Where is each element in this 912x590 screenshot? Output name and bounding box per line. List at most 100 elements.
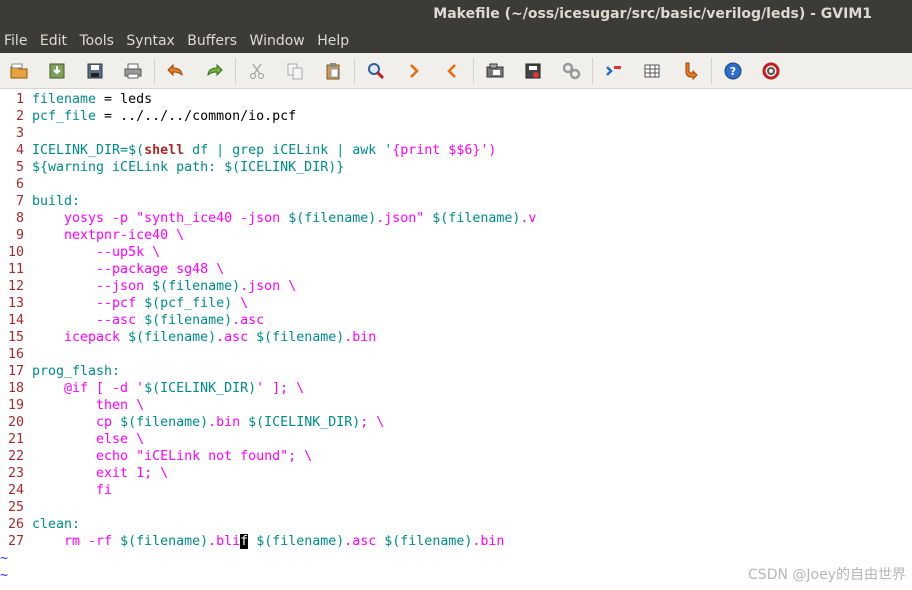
toolbar-separator — [354, 57, 355, 84]
code-line: 27 rm -rf $(filename).blif $(filename).a… — [0, 533, 912, 550]
paste-icon[interactable] — [318, 56, 348, 86]
editor-text-area[interactable]: 1 filename = leds 2 pcf_file = ../../../co… — [0, 89, 912, 590]
code-token: df | grep iCELink | awk ' — [184, 143, 393, 158]
code-token: = leds — [96, 92, 153, 107]
code-token: $(ICELINK_DIR) — [144, 381, 257, 396]
code-line: 3 — [0, 125, 912, 142]
code-line: 11 --package sg48 \ — [0, 261, 912, 278]
line-number: 14 — [7, 313, 24, 328]
code-line: 26 clean: — [0, 516, 912, 533]
load-session-icon[interactable] — [480, 56, 510, 86]
code-token: build: — [32, 194, 81, 209]
save-down-icon[interactable] — [42, 56, 72, 86]
toolbar: ? — [0, 53, 912, 89]
menu-window[interactable]: Window — [250, 29, 309, 53]
code-line: 22 echo "iCELink not found"; \ — [0, 448, 912, 465]
code-line: 16 — [0, 346, 912, 363]
line-number: 4 — [15, 143, 24, 158]
save-icon[interactable] — [80, 56, 110, 86]
code-line: 19 then \ — [0, 397, 912, 414]
toolbar-separator — [154, 57, 155, 84]
help-icon[interactable]: ? — [718, 56, 748, 86]
menu-syntax[interactable]: Syntax — [126, 29, 178, 53]
redo-icon[interactable] — [199, 56, 229, 86]
line-number: 13 — [7, 296, 24, 311]
build-tags-icon[interactable] — [637, 56, 667, 86]
menu-file[interactable]: File — [4, 29, 31, 53]
code-token: else \ — [32, 432, 145, 447]
toolbar-separator — [473, 57, 474, 84]
line-number: 8 — [15, 211, 24, 226]
menu-tools[interactable]: Tools — [79, 29, 118, 53]
run-script-icon[interactable] — [556, 56, 586, 86]
code-line: 23 exit 1; \ — [0, 465, 912, 482]
find-next-icon[interactable] — [399, 56, 429, 86]
code-token: $(filename) — [384, 534, 473, 549]
line-number: 9 — [15, 228, 24, 243]
code-token: filename — [32, 92, 97, 107]
menu-buffers[interactable]: Buffers — [187, 29, 241, 53]
find-prev-icon[interactable] — [437, 56, 467, 86]
code-token: $(filename) — [432, 211, 521, 226]
code-token: $(filename) — [120, 534, 209, 549]
code-line: 4 ICELINK_DIR=$(shell df | grep iCELink |… — [0, 142, 912, 159]
undo-icon[interactable] — [161, 56, 191, 86]
window-title: Makefile (~/oss/icesugar/src/basic/veril… — [433, 6, 872, 22]
menu-edit[interactable]: Edit — [40, 29, 71, 53]
code-token: @if [ -d ' — [32, 381, 145, 396]
toolbar-separator — [592, 57, 593, 84]
code-token: icepack — [32, 330, 129, 345]
code-token: ; \ — [360, 415, 385, 430]
code-token: exit 1; \ — [32, 466, 169, 481]
open-icon[interactable] — [4, 56, 34, 86]
code-line: 18 @if [ -d '$(ICELINK_DIR)' ]; \ — [0, 380, 912, 397]
code-token: $(filename) — [152, 279, 241, 294]
copy-icon[interactable] — [280, 56, 310, 86]
code-token: .bin — [472, 534, 505, 549]
code-line: 21 else \ — [0, 431, 912, 448]
text-cursor: f — [240, 534, 249, 549]
code-line: 24 fi — [0, 482, 912, 499]
jump-tag-icon[interactable] — [675, 56, 705, 86]
line-number: 6 — [15, 177, 24, 192]
line-number: 1 — [15, 92, 24, 107]
code-token: --up5k \ — [32, 245, 161, 260]
code-token: $(filename) — [256, 330, 345, 345]
code-line: 8 yosys -p "synth_ice40 -json $(filename… — [0, 210, 912, 227]
find-help-icon[interactable] — [756, 56, 786, 86]
cut-icon[interactable] — [242, 56, 272, 86]
code-token: --asc — [32, 313, 145, 328]
code-token: .asc — [232, 313, 265, 328]
code-token: pcf_file — [32, 109, 97, 124]
code-token: ') — [480, 143, 497, 158]
line-number: 18 — [7, 381, 24, 396]
code-token: clean: — [32, 517, 81, 532]
code-token: $(ICELINK_DIR) — [248, 415, 361, 430]
code-token: .json \ — [240, 279, 297, 294]
code-token: ${warning iCELink path: $(ICELINK_DIR)} — [32, 160, 345, 175]
code-token: prog_flash: — [32, 364, 121, 379]
code-token: ICELINK_DIR — [32, 143, 121, 158]
code-token: .asc — [344, 534, 385, 549]
line-number: 22 — [7, 449, 24, 464]
code-line: 15 icepack $(filename).asc $(filename).b… — [0, 329, 912, 346]
code-token: nextpnr-ice40 \ — [32, 228, 185, 243]
code-token: .bli — [208, 534, 241, 549]
find-replace-icon[interactable] — [361, 56, 391, 86]
code-line: 20 cp $(filename).bin $(ICELINK_DIR); \ — [0, 414, 912, 431]
make-icon[interactable] — [599, 56, 629, 86]
line-number: 11 — [7, 262, 24, 277]
line-number: 19 — [7, 398, 24, 413]
menu-help[interactable]: Help — [317, 29, 353, 53]
line-number: 10 — [7, 245, 24, 260]
line-number: 25 — [7, 500, 24, 515]
save-session-icon[interactable] — [518, 56, 548, 86]
code-token: yosys -p "synth_ice40 -json — [32, 211, 289, 226]
code-line: 9 nextpnr-ice40 \ — [0, 227, 912, 244]
print-icon[interactable] — [118, 56, 148, 86]
code-token: .bin — [208, 415, 249, 430]
code-token: $(filename) — [288, 211, 377, 226]
svg-text:?: ? — [730, 65, 736, 78]
line-number: 5 — [15, 160, 24, 175]
